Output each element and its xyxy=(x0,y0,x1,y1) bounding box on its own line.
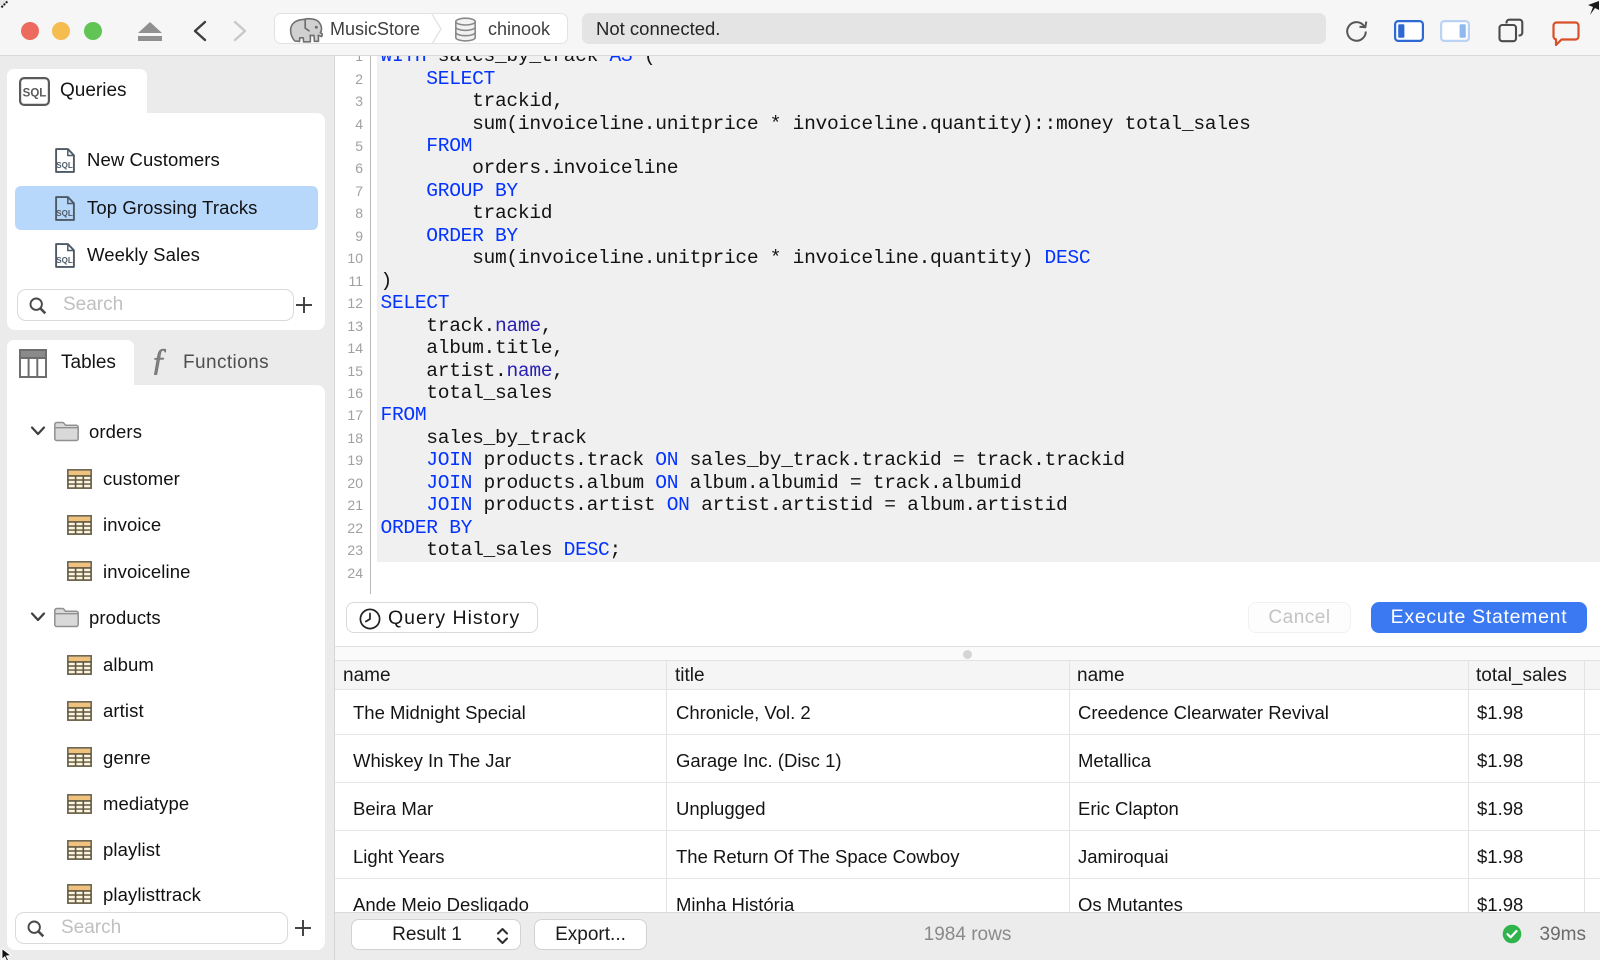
svg-text:SQL: SQL xyxy=(23,88,47,100)
svg-text:ƒ: ƒ xyxy=(151,347,167,377)
